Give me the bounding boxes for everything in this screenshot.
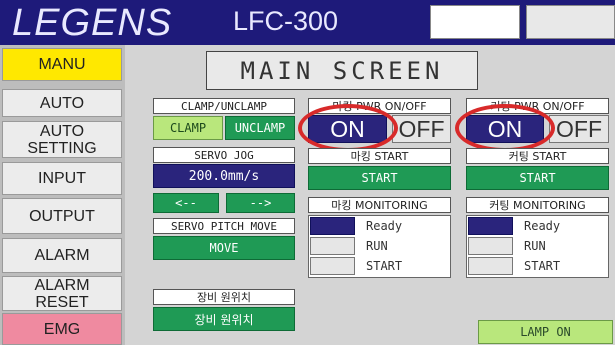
lamp-on-button[interactable]: LAMP ON: [478, 320, 613, 344]
cutting-start-label: 커팅 START: [466, 148, 609, 164]
nav-alarm-reset-button[interactable]: ALARM RESET: [2, 276, 122, 311]
header-display-box: [430, 5, 520, 39]
marking-on-highlight-ring: [298, 104, 398, 152]
sidebar-nav: MANU AUTO AUTO SETTING INPUT OUTPUT ALAR…: [0, 45, 125, 345]
hmi-screen: LEGENS LFC-300 MANU AUTO AUTO SETTING IN…: [0, 0, 615, 345]
monitor-status-text: START: [366, 259, 403, 273]
monitor-status-text: RUN: [524, 239, 546, 253]
monitor-row: Ready: [467, 217, 608, 237]
page-title: MAIN SCREEN: [206, 51, 478, 90]
cutting-start-button[interactable]: START: [466, 166, 609, 190]
cutting-monitoring-panel: Ready RUN START: [466, 215, 609, 278]
clamp-label: CLAMP/UNCLAMP: [153, 98, 295, 114]
nav-auto-button[interactable]: AUTO: [2, 89, 122, 117]
header-bar: LEGENS LFC-300: [0, 0, 615, 45]
nav-alarm-button[interactable]: ALARM: [2, 238, 122, 273]
run-indicator: [310, 237, 355, 255]
nav-auto-setting-button[interactable]: AUTO SETTING: [2, 121, 122, 158]
monitor-row: RUN: [467, 237, 608, 257]
cutting-off-button[interactable]: OFF: [549, 115, 609, 143]
marking-monitoring-label: 마킹 MONITORING: [308, 197, 451, 213]
clamp-button[interactable]: CLAMP: [153, 116, 223, 140]
servo-jog-right-button[interactable]: -->: [226, 193, 295, 213]
monitor-row: START: [309, 257, 450, 277]
emergency-button[interactable]: EMG: [2, 313, 122, 345]
monitor-status-text: START: [524, 259, 561, 273]
start-indicator: [310, 257, 355, 275]
monitor-status-text: Ready: [366, 219, 403, 233]
monitor-row: Ready: [309, 217, 450, 237]
start-indicator: [468, 257, 513, 275]
servo-jog-label: SERVO JOG: [153, 147, 295, 163]
monitor-row: RUN: [309, 237, 450, 257]
model-name: LFC-300: [233, 6, 339, 36]
servo-speed-display[interactable]: 200.0mm/s: [153, 164, 295, 188]
brand-logo: LEGENS: [12, 2, 173, 44]
monitor-row: START: [467, 257, 608, 277]
nav-input-button[interactable]: INPUT: [2, 162, 122, 195]
monitor-status-text: Ready: [524, 219, 561, 233]
servo-jog-left-button[interactable]: <--: [153, 193, 219, 213]
ready-indicator: [310, 217, 355, 235]
origin-label: 장비 원위치: [153, 289, 295, 305]
nav-manu-button[interactable]: MANU: [2, 48, 122, 81]
origin-button[interactable]: 장비 원위치: [153, 307, 295, 331]
marking-start-label: 마킹 START: [308, 148, 451, 164]
marking-monitoring-panel: Ready RUN START: [308, 215, 451, 278]
marking-off-button[interactable]: OFF: [392, 115, 451, 143]
servo-move-button[interactable]: MOVE: [153, 236, 295, 260]
unclamp-button[interactable]: UNCLAMP: [225, 116, 295, 140]
ready-indicator: [468, 217, 513, 235]
nav-output-button[interactable]: OUTPUT: [2, 198, 122, 234]
header-display-box-2: [526, 5, 615, 39]
servo-pitch-label: SERVO PITCH MOVE: [153, 218, 295, 234]
marking-start-button[interactable]: START: [308, 166, 451, 190]
cutting-monitoring-label: 커팅 MONITORING: [466, 197, 609, 213]
monitor-status-text: RUN: [366, 239, 388, 253]
run-indicator: [468, 237, 513, 255]
cutting-on-highlight-ring: [455, 104, 555, 152]
